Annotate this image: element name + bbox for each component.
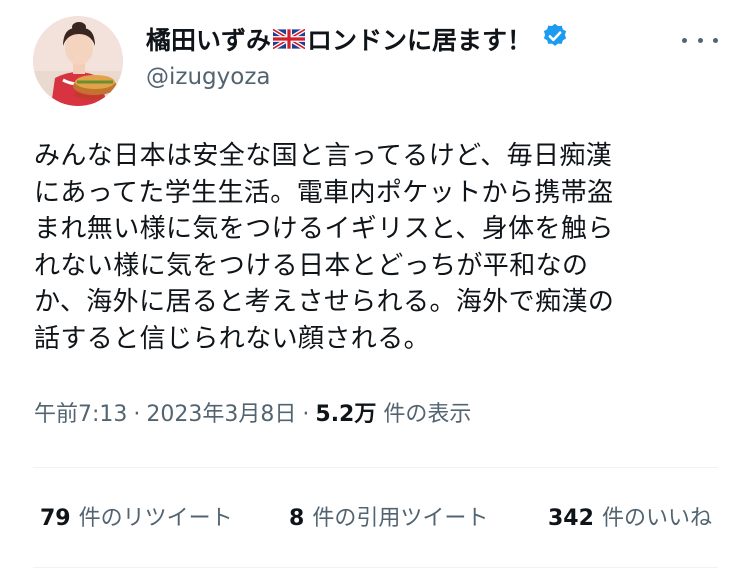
retweets-count: 79 [40,506,71,531]
tweet-text-line: か、海外に居ると考えさせられる。海外で痴漢の [34,287,615,317]
likes-count: 342 [548,506,594,531]
meta-separator: · [302,402,310,427]
tweet-date[interactable]: 2023年3月8日 [146,402,296,427]
more-options-icon[interactable] [682,30,718,50]
display-name-prefix: 橘田いずみ [146,25,272,55]
tweet-text-line: まれ無い様に気をつけるイギリスと、身体を触ら [34,214,614,244]
views-count: 5.2万 [315,402,377,427]
likes-stat[interactable]: 342 件のいいね [548,504,712,534]
divider [33,567,718,568]
more-dot [713,37,718,43]
author-handle[interactable]: @izugyoza [146,62,271,92]
retweets-label: 件のリツイート [78,506,233,531]
more-dot [682,37,687,43]
tweet-text-line: みんな日本は安全な国と言ってるけど、毎日痴漢 [34,141,613,171]
likes-label: 件のいいね [601,506,712,531]
tweet-time[interactable]: 午前7:13 [34,402,127,427]
uk-flag-icon [271,24,307,58]
quotes-stat[interactable]: 8 件の引用ツイート [289,504,488,534]
more-dot [697,37,703,43]
meta-separator: · [133,402,141,427]
tweet-detail: 橘田いずみ ロンドンに居ます！ @izugyoza みんな日本は安全な国と言って… [0,0,750,569]
tweet-text-line: 話すると信じられない顔される。 [34,323,431,354]
display-name-suffix: ロンドンに居ます！ [307,25,533,55]
retweets-stat[interactable]: 79 件のリツイート [40,504,233,534]
quotes-count: 8 [289,506,305,531]
author-display-name[interactable]: 橘田いずみ ロンドンに居ます！ [146,22,569,59]
avatar[interactable] [33,16,123,106]
tweet-text-line: れない様に気をつける日本とどっちが平和なの [34,250,589,281]
tweet-meta: 午前7:13 · 2023年3月8日 · 5.2万 件の表示 [34,400,471,430]
views-label: 件の表示 [383,402,472,427]
divider [33,467,718,468]
verified-badge-icon [541,22,569,59]
tweet-text: みんな日本は安全な国と言ってるけど、毎日痴漢 にあってた学生生活。電車内ポケット… [34,138,714,357]
tweet-text-line: にあってた学生生活。電車内ポケットから携帯盗 [34,177,614,208]
quotes-label: 件の引用ツイート [312,506,489,531]
